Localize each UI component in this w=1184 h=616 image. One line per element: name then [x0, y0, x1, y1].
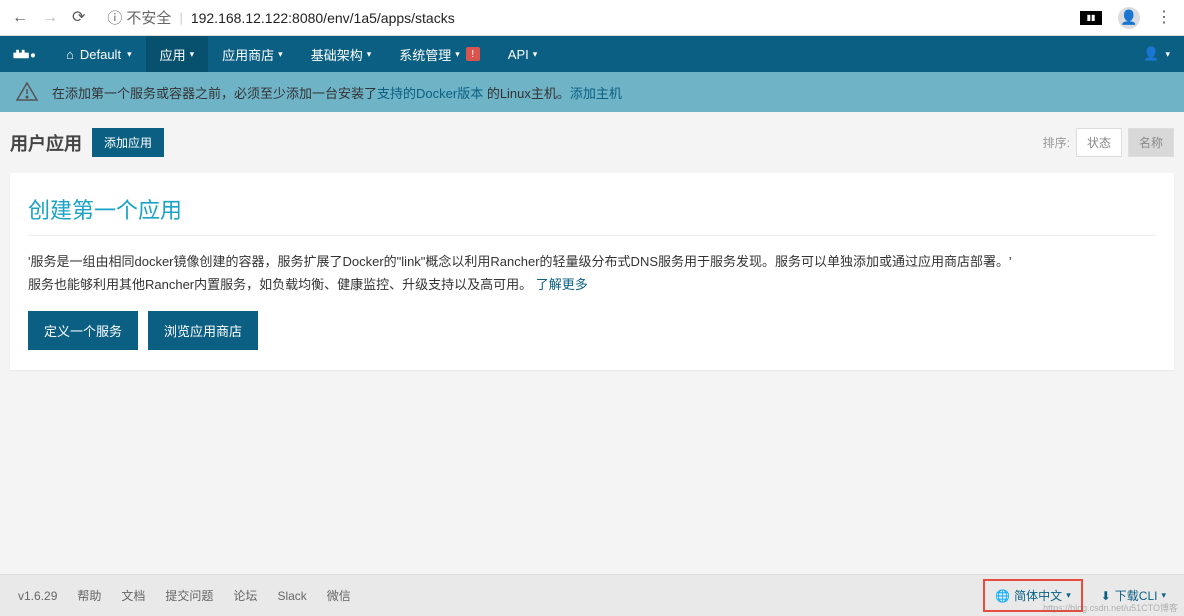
- back-button[interactable]: ←: [12, 10, 28, 26]
- globe-icon: 🌐: [995, 589, 1010, 603]
- security-indicator[interactable]: ⓘ 不安全: [107, 7, 171, 28]
- address-separator: |: [179, 10, 182, 25]
- banner-text-before: 在添加第一个服务或容器之前，必须至少添加一台安装了: [52, 86, 377, 101]
- page-title: 用户应用: [10, 130, 82, 156]
- nav-item-label: 应用商店: [222, 45, 274, 64]
- url-text: 192.168.12.122:8080/env/1a5/apps/stacks: [191, 10, 455, 26]
- version-label: v1.6.29: [18, 589, 57, 603]
- menu-icon[interactable]: ⋮: [1156, 10, 1172, 26]
- nav-item-label: API: [508, 47, 529, 62]
- footer-links: 帮助 文档 提交问题 论坛 Slack 微信: [77, 587, 370, 604]
- rancher-logo[interactable]: [0, 36, 52, 72]
- banner-link-docker[interactable]: 支持的Docker版本: [377, 86, 483, 101]
- footer: v1.6.29 帮助文档提交问题论坛Slack微信 🌐 简体中文 ▾ ⬇ 下载C…: [0, 574, 1184, 616]
- footer-link-2[interactable]: 提交问题: [165, 589, 213, 603]
- env-label: Default: [80, 47, 121, 62]
- insecure-label: 不安全: [126, 7, 171, 28]
- nav-item-label: 系统管理: [399, 45, 451, 64]
- watermark: https://blog.csdn.net/u51CTO博客: [1043, 601, 1178, 614]
- chevron-down-icon: ▾: [1066, 590, 1071, 601]
- banner-link-addhost[interactable]: 添加主机: [570, 86, 622, 101]
- chevron-down-icon: ▾: [190, 49, 195, 60]
- nav-item-2[interactable]: 基础架构 ▾: [297, 36, 386, 72]
- panel-p2-text: 服务也能够利用其他Rancher内置服务，如负载均衡、健康监控、升级支持以及高可…: [28, 277, 536, 292]
- nav-item-0[interactable]: 应用 ▾: [146, 36, 209, 72]
- sort-by-name[interactable]: 名称: [1128, 128, 1174, 157]
- footer-link-4[interactable]: Slack: [277, 589, 306, 603]
- home-icon: ⌂: [66, 47, 74, 62]
- environment-selector[interactable]: ⌂ Default ▾: [52, 36, 146, 72]
- chevron-down-icon: ▾: [278, 49, 283, 60]
- banner-text-mid: 的Linux主机。: [483, 86, 570, 101]
- info-banner: 在添加第一个服务或容器之前，必须至少添加一台安装了支持的Docker版本 的Li…: [0, 72, 1184, 112]
- chevron-down-icon: ▾: [533, 49, 538, 60]
- profile-avatar[interactable]: 👤: [1118, 7, 1140, 29]
- nav-item-3[interactable]: 系统管理 ▾!: [385, 36, 494, 72]
- banner-text: 在添加第一个服务或容器之前，必须至少添加一台安装了支持的Docker版本 的Li…: [52, 83, 622, 102]
- panel-actions: 定义一个服务 浏览应用商店: [28, 311, 1156, 350]
- nav-items: 应用 ▾ 应用商店 ▾ 基础架构 ▾ 系统管理 ▾! API ▾: [146, 36, 552, 72]
- footer-link-0[interactable]: 帮助: [77, 589, 101, 603]
- sort-label: 排序:: [1043, 134, 1070, 151]
- add-stack-button[interactable]: 添加应用: [92, 128, 164, 157]
- sort-by-status[interactable]: 状态: [1076, 128, 1122, 157]
- footer-link-1[interactable]: 文档: [121, 589, 145, 603]
- nav-item-4[interactable]: API ▾: [494, 36, 552, 72]
- chevron-down-icon: ▾: [1165, 49, 1170, 60]
- chevron-down-icon: ▾: [127, 49, 132, 60]
- define-service-button[interactable]: 定义一个服务: [28, 311, 138, 350]
- warning-icon: [14, 79, 40, 105]
- panel-heading: 创建第一个应用: [28, 193, 1156, 236]
- page-header: 用户应用 添加应用 排序: 状态 名称: [0, 112, 1184, 167]
- browse-catalog-button[interactable]: 浏览应用商店: [148, 311, 258, 350]
- address-bar[interactable]: ⓘ 不安全 | 192.168.12.122:8080/env/1a5/apps…: [99, 6, 1066, 30]
- extension-badge[interactable]: ▮▮: [1080, 11, 1102, 25]
- user-menu[interactable]: 👤 ▾: [1129, 46, 1184, 62]
- chevron-down-icon: ▾: [1161, 590, 1166, 601]
- user-icon: 👤: [1143, 46, 1159, 62]
- learn-more-link[interactable]: 了解更多: [536, 277, 588, 292]
- nav-item-label: 基础架构: [311, 45, 363, 64]
- info-icon: ⓘ: [107, 7, 122, 28]
- main-navbar: ⌂ Default ▾ 应用 ▾ 应用商店 ▾ 基础架构 ▾ 系统管理 ▾! API ▾ 👤 ▾: [0, 36, 1184, 72]
- browser-toolbar: ← → ⟳ ⓘ 不安全 | 192.168.12.122:8080/env/1a…: [0, 0, 1184, 36]
- sort-controls: 排序: 状态 名称: [1043, 128, 1174, 157]
- chevron-down-icon: ▾: [455, 49, 460, 60]
- forward-button[interactable]: →: [42, 10, 58, 26]
- footer-link-3[interactable]: 论坛: [233, 589, 257, 603]
- nav-item-label: 应用: [160, 45, 186, 64]
- empty-state-panel: 创建第一个应用 '服务是一组由相同docker镜像创建的容器，服务扩展了Dock…: [10, 173, 1174, 370]
- nav-item-1[interactable]: 应用商店 ▾: [208, 36, 297, 72]
- reload-button[interactable]: ⟳: [72, 10, 85, 26]
- footer-link-5[interactable]: 微信: [327, 589, 351, 603]
- warn-badge: !: [466, 47, 480, 61]
- panel-paragraph-2: 服务也能够利用其他Rancher内置服务，如负载均衡、健康监控、升级支持以及高可…: [28, 273, 1156, 296]
- chevron-down-icon: ▾: [367, 49, 372, 60]
- panel-paragraph-1: '服务是一组由相同docker镜像创建的容器，服务扩展了Docker的"link…: [28, 250, 1156, 273]
